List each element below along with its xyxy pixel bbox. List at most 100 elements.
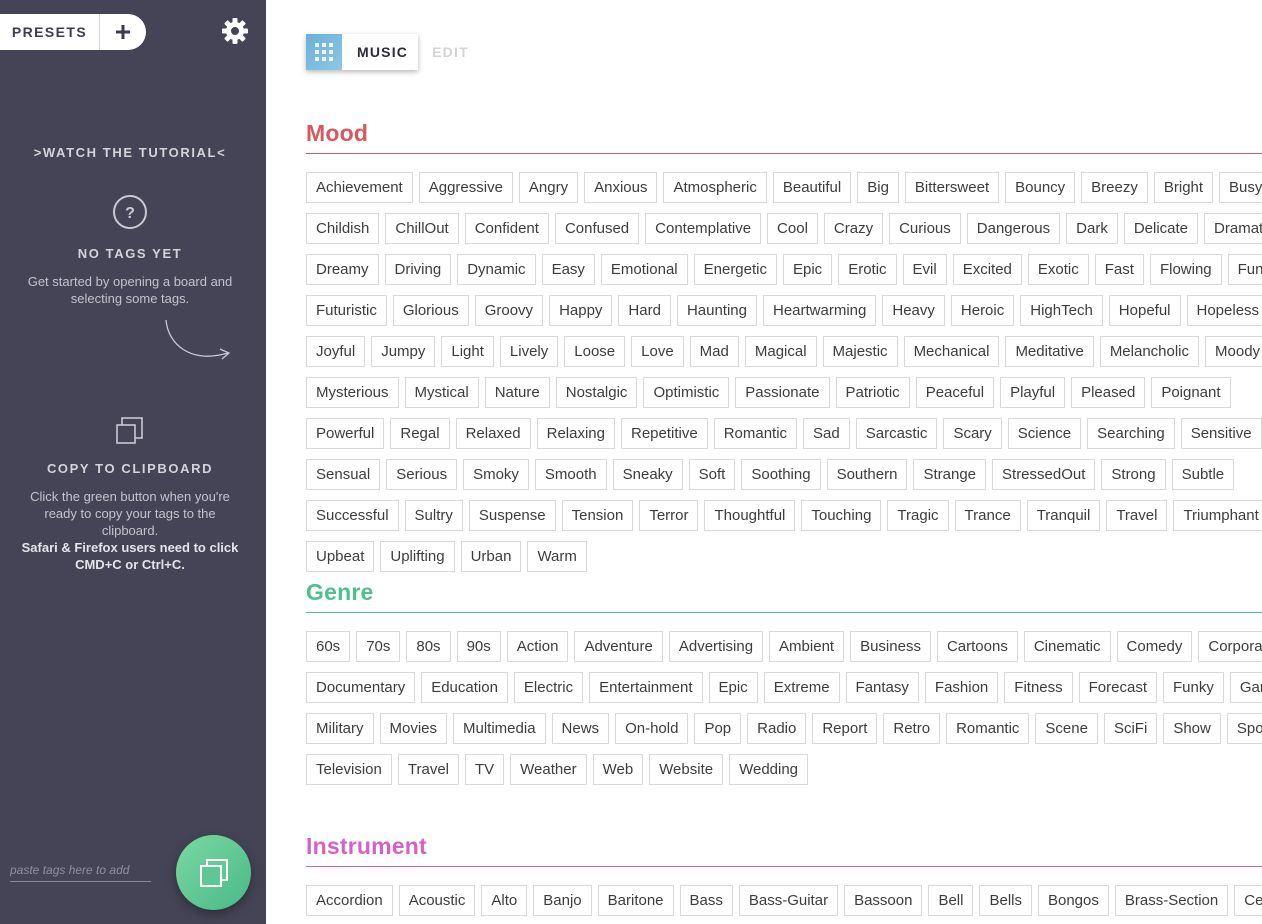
- tag-button[interactable]: Heartwarming: [762, 295, 877, 326]
- tag-button[interactable]: Soothing: [741, 459, 821, 490]
- tag-button[interactable]: Subtle: [1171, 459, 1235, 490]
- tag-button[interactable]: Cinematic: [1023, 631, 1111, 662]
- tag-button[interactable]: Haunting: [676, 295, 757, 326]
- tag-button[interactable]: Groovy: [474, 295, 544, 326]
- tag-button[interactable]: Triumphant: [1173, 500, 1262, 531]
- tag-button[interactable]: Radio: [747, 713, 807, 744]
- tag-button[interactable]: Playful: [1000, 377, 1066, 408]
- tag-button[interactable]: Crazy: [823, 213, 884, 244]
- paste-tags-input[interactable]: [10, 858, 151, 882]
- tag-button[interactable]: Soft: [688, 459, 736, 490]
- tag-button[interactable]: Terror: [639, 500, 699, 531]
- tag-button[interactable]: Angry: [518, 172, 579, 203]
- tag-button[interactable]: Optimistic: [643, 377, 730, 408]
- add-preset-button[interactable]: [100, 14, 146, 50]
- tag-button[interactable]: Pop: [694, 713, 742, 744]
- tag-button[interactable]: Dark: [1066, 213, 1118, 244]
- watch-tutorial-link[interactable]: >WATCH THE TUTORIAL<: [0, 145, 260, 160]
- tag-button[interactable]: Love: [631, 336, 684, 367]
- tag-button[interactable]: 90s: [456, 631, 501, 662]
- tag-button[interactable]: Brass-Section: [1114, 885, 1229, 916]
- tag-button[interactable]: Epic: [783, 254, 833, 285]
- tag-button[interactable]: Delicate: [1123, 213, 1199, 244]
- tag-button[interactable]: Tension: [561, 500, 634, 531]
- tag-button[interactable]: Magical: [744, 336, 817, 367]
- tag-button[interactable]: Trance: [954, 500, 1021, 531]
- tag-button[interactable]: Energetic: [693, 254, 777, 285]
- tag-button[interactable]: Hopeful: [1108, 295, 1181, 326]
- tag-button[interactable]: Scene: [1035, 713, 1098, 744]
- tag-button[interactable]: Television: [306, 754, 392, 785]
- tag-button[interactable]: Successful: [306, 500, 399, 531]
- tag-button[interactable]: Fantasy: [845, 672, 919, 703]
- tag-button[interactable]: Nature: [484, 377, 550, 408]
- tag-button[interactable]: Warm: [527, 541, 587, 572]
- tag-button[interactable]: Sultry: [404, 500, 463, 531]
- tag-button[interactable]: Jumpy: [371, 336, 436, 367]
- tag-button[interactable]: Bassoon: [844, 885, 923, 916]
- tag-button[interactable]: News: [551, 713, 610, 744]
- tag-button[interactable]: Sensitive: [1180, 418, 1262, 449]
- tag-button[interactable]: Achievement: [306, 172, 413, 203]
- tag-button[interactable]: Banjo: [533, 885, 592, 916]
- tag-button[interactable]: Scary: [943, 418, 1002, 449]
- tag-button[interactable]: Happy: [549, 295, 613, 326]
- tag-button[interactable]: Big: [857, 172, 899, 203]
- tag-button[interactable]: Romantic: [946, 713, 1030, 744]
- copy-to-clipboard-button[interactable]: [176, 835, 251, 910]
- tag-button[interactable]: Regal: [390, 418, 450, 449]
- tag-button[interactable]: Fast: [1094, 254, 1144, 285]
- tag-button[interactable]: Mad: [689, 336, 739, 367]
- tag-button[interactable]: Meditative: [1005, 336, 1094, 367]
- tag-button[interactable]: Contemplative: [645, 213, 762, 244]
- tag-button[interactable]: Education: [421, 672, 508, 703]
- tag-button[interactable]: Dramatic: [1204, 213, 1262, 244]
- tag-button[interactable]: Evil: [902, 254, 947, 285]
- tag-button[interactable]: Cool: [767, 213, 818, 244]
- tag-button[interactable]: Relaxed: [455, 418, 531, 449]
- tag-button[interactable]: Acoustic: [398, 885, 476, 916]
- tag-button[interactable]: Thoughtful: [704, 500, 796, 531]
- tag-button[interactable]: Baritone: [597, 885, 674, 916]
- tag-button[interactable]: TV: [465, 754, 505, 785]
- tag-button[interactable]: Bongos: [1037, 885, 1109, 916]
- tag-button[interactable]: Majestic: [822, 336, 898, 367]
- tag-button[interactable]: SciFi: [1103, 713, 1158, 744]
- tag-button[interactable]: Beautiful: [772, 172, 852, 203]
- tag-button[interactable]: Report: [812, 713, 878, 744]
- tag-button[interactable]: Sarcastic: [855, 418, 938, 449]
- tag-button[interactable]: Weather: [510, 754, 587, 785]
- tag-button[interactable]: Flowing: [1149, 254, 1222, 285]
- tag-button[interactable]: Romantic: [713, 418, 798, 449]
- tab-edit[interactable]: EDIT: [432, 44, 469, 60]
- tag-button[interactable]: Emotional: [600, 254, 688, 285]
- tag-button[interactable]: Touching: [801, 500, 882, 531]
- tag-button[interactable]: Corporate: [1198, 631, 1262, 662]
- tag-button[interactable]: Aggressive: [418, 172, 513, 203]
- tag-button[interactable]: Documentary: [306, 672, 416, 703]
- tag-button[interactable]: Bass: [679, 885, 733, 916]
- tag-button[interactable]: Excited: [952, 254, 1022, 285]
- tag-button[interactable]: Atmospheric: [663, 172, 767, 203]
- tag-button[interactable]: Peaceful: [915, 377, 995, 408]
- tag-button[interactable]: Retro: [883, 713, 941, 744]
- tag-button[interactable]: Sensual: [306, 459, 381, 490]
- tag-button[interactable]: Sneaky: [612, 459, 683, 490]
- tag-button[interactable]: Futuristic: [306, 295, 387, 326]
- tag-button[interactable]: Movies: [379, 713, 448, 744]
- gear-icon[interactable]: [220, 16, 250, 46]
- tag-button[interactable]: Joyful: [306, 336, 366, 367]
- tag-button[interactable]: Southern: [826, 459, 908, 490]
- tag-button[interactable]: Pleased: [1071, 377, 1146, 408]
- tag-button[interactable]: Hopeless: [1186, 295, 1262, 326]
- tag-button[interactable]: Mechanical: [903, 336, 1000, 367]
- tag-button[interactable]: Curious: [889, 213, 961, 244]
- tag-button[interactable]: Wedding: [729, 754, 809, 785]
- tag-button[interactable]: Bright: [1153, 172, 1214, 203]
- tag-button[interactable]: Tranquil: [1026, 500, 1101, 531]
- tag-button[interactable]: Fitness: [1004, 672, 1073, 703]
- tag-button[interactable]: Strange: [913, 459, 987, 490]
- tag-button[interactable]: Advertising: [668, 631, 764, 662]
- tag-button[interactable]: Glorious: [392, 295, 469, 326]
- tag-button[interactable]: Bell: [928, 885, 974, 916]
